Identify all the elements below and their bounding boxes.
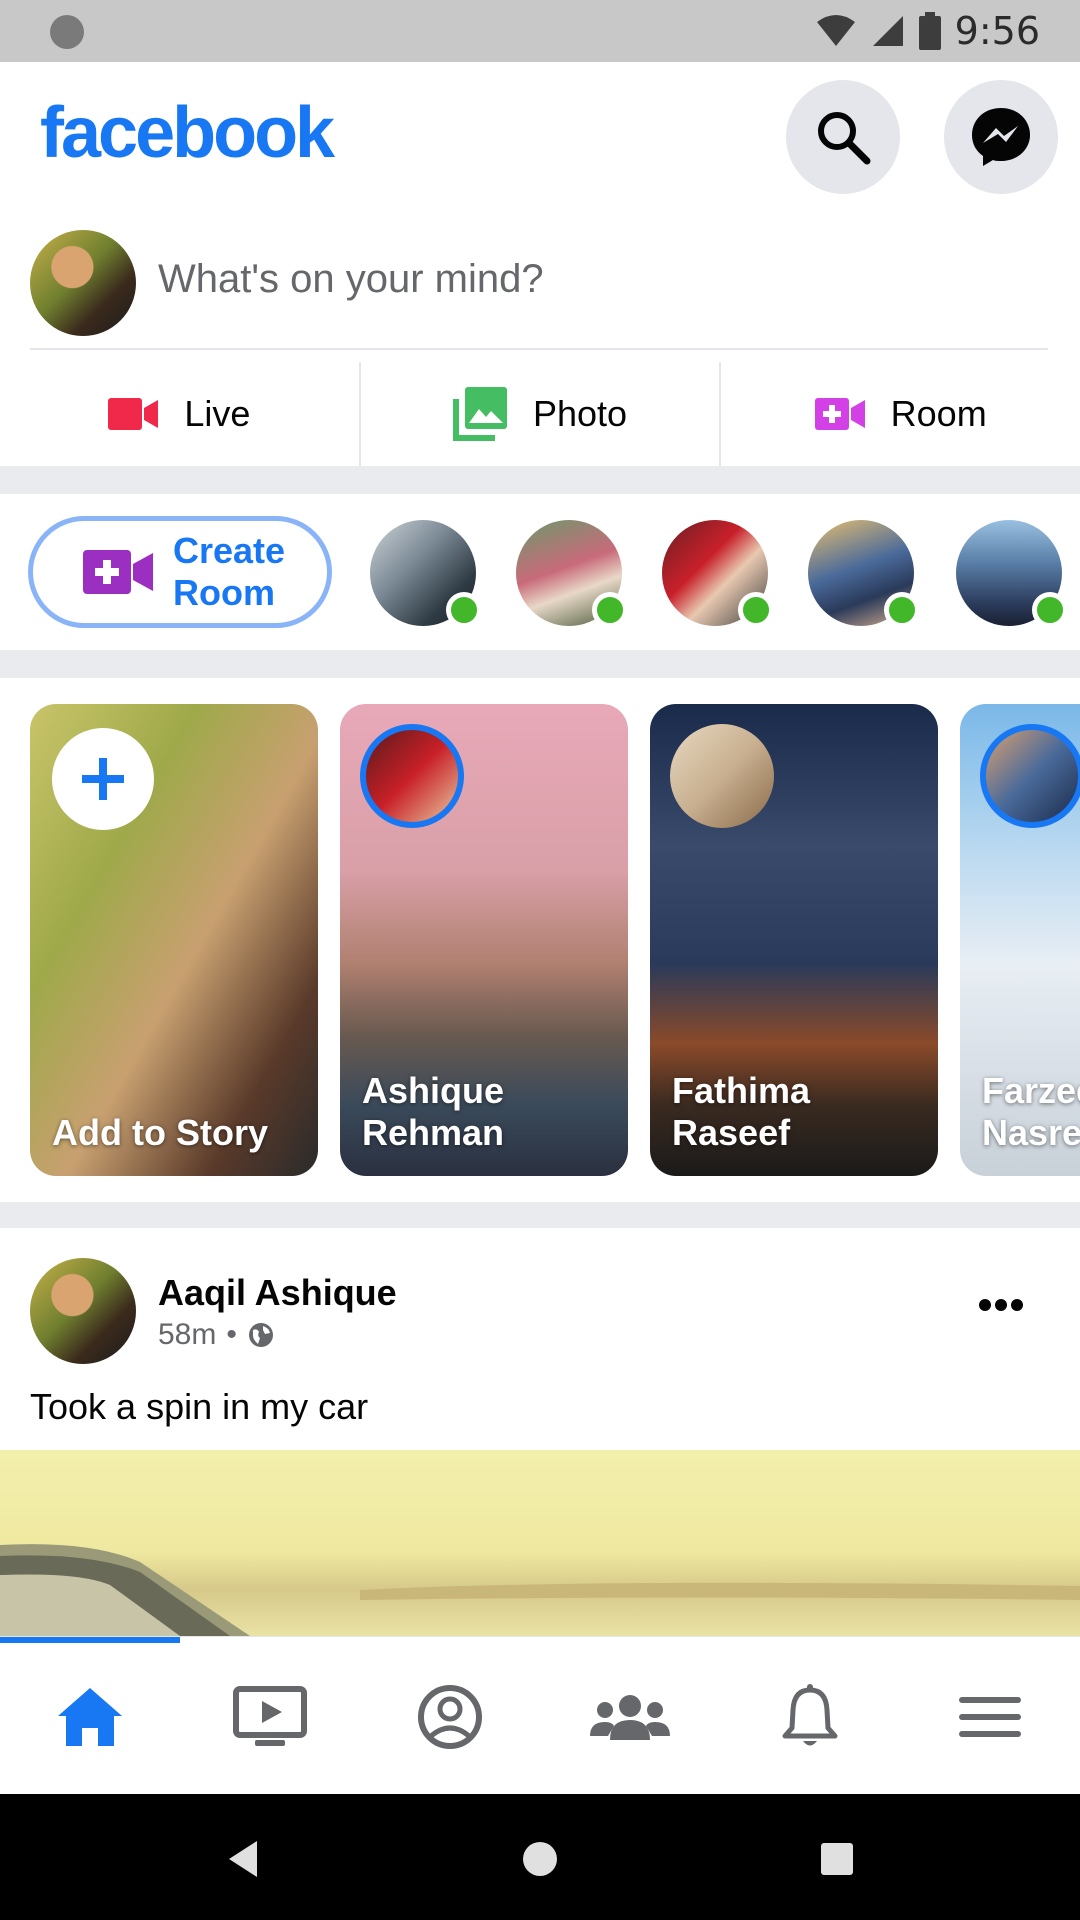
home-icon	[58, 1688, 122, 1746]
online-indicator	[1032, 592, 1068, 628]
watch-icon	[233, 1686, 307, 1746]
my-avatar[interactable]	[30, 230, 136, 336]
online-indicator	[884, 592, 920, 628]
recents-button[interactable]	[812, 1834, 862, 1884]
search-icon	[818, 112, 871, 165]
composer-input[interactable]: What's on your mind?	[158, 257, 544, 302]
room-icon	[83, 550, 153, 594]
story-name: Ashique Rehman	[362, 1070, 505, 1153]
room-button[interactable]: Room	[721, 362, 1080, 466]
stories-row: Add to Story Ashique Rehman Fathima Rase…	[0, 678, 1080, 1202]
section-separator	[0, 1202, 1080, 1228]
room-friend-avatar[interactable]	[956, 520, 1068, 628]
plus-icon	[82, 758, 124, 800]
room-friend-avatar[interactable]	[808, 520, 920, 628]
messenger-icon	[972, 108, 1030, 166]
photo-label: Photo	[532, 393, 628, 434]
nav-groups[interactable]	[540, 1667, 720, 1767]
divider	[30, 348, 1048, 350]
groups-icon	[590, 1695, 670, 1740]
rooms-row: Create Room	[0, 494, 1080, 650]
online-indicator	[738, 592, 774, 628]
system-navigation-bar	[0, 1794, 1080, 1920]
section-separator	[0, 466, 1080, 494]
story-avatar	[980, 724, 1080, 828]
story-card[interactable]: Farzee Nasre	[960, 704, 1080, 1176]
post-image[interactable]	[0, 1450, 1080, 1636]
online-indicator	[592, 592, 628, 628]
room-label: Room	[890, 393, 987, 434]
nav-profile[interactable]	[360, 1667, 540, 1767]
create-room-button[interactable]: Create Room	[28, 516, 332, 628]
back-icon	[229, 1841, 257, 1877]
add-story-button[interactable]	[52, 728, 154, 830]
post-author-avatar[interactable]	[30, 1258, 136, 1364]
post-composer: What's on your mind? Live Photo Room	[0, 212, 1080, 466]
room-friend-avatar[interactable]	[516, 520, 628, 628]
meta-separator: •	[226, 1318, 237, 1351]
bottom-navigation	[0, 1636, 1080, 1794]
story-card[interactable]: Ashique Rehman	[340, 704, 628, 1176]
post-meta: 58m •	[158, 1318, 275, 1352]
video-camera-icon	[108, 398, 159, 430]
status-bar: 9:56	[0, 0, 1080, 62]
post-time[interactable]: 58m	[158, 1318, 216, 1352]
story-name: Fathima Raseef	[672, 1070, 811, 1153]
sync-icon	[50, 15, 84, 49]
live-button[interactable]: Live	[0, 362, 361, 466]
messenger-button[interactable]	[944, 80, 1058, 194]
status-time: 9:56	[954, 9, 1040, 53]
add-story-card[interactable]: Add to Story	[30, 704, 318, 1176]
recents-icon	[821, 1843, 853, 1875]
online-indicator	[446, 592, 482, 628]
story-name: Farzee Nasre	[982, 1070, 1080, 1153]
post-more-button[interactable]	[978, 1298, 1024, 1317]
composer-actions: Live Photo Room	[0, 362, 1080, 466]
globe-icon	[248, 1323, 273, 1347]
wifi-icon	[816, 15, 855, 46]
more-icon	[979, 1299, 1023, 1311]
nav-home[interactable]	[0, 1667, 180, 1767]
room-friend-avatar[interactable]	[662, 520, 774, 628]
notifications-icon	[782, 1684, 838, 1746]
home-system-button[interactable]	[515, 1834, 565, 1884]
car-image	[0, 1544, 1080, 1636]
story-avatar	[670, 724, 774, 828]
nav-notifications[interactable]	[720, 1667, 900, 1767]
menu-icon	[959, 1697, 1021, 1737]
room-friend-avatar[interactable]	[370, 520, 482, 628]
active-tab-indicator	[0, 1637, 180, 1643]
section-separator	[0, 650, 1080, 678]
post-text: Took a spin in my car	[30, 1386, 369, 1427]
feed-post: Aaqil Ashique 58m • Took a spin in my ca…	[0, 1228, 1080, 1636]
photo-button[interactable]: Photo	[361, 362, 722, 466]
back-button[interactable]	[218, 1834, 268, 1884]
room-icon	[814, 398, 865, 430]
signal-icon	[872, 16, 903, 46]
search-button[interactable]	[786, 80, 900, 194]
post-author-name[interactable]: Aaqil Ashique	[158, 1272, 397, 1314]
status-icons: 9:56	[815, 0, 1040, 62]
story-avatar	[360, 724, 464, 828]
nav-watch[interactable]	[180, 1667, 360, 1767]
story-name: Add to Story	[52, 1112, 268, 1153]
facebook-logo[interactable]: facebook	[40, 92, 335, 174]
story-card[interactable]: Fathima Raseef	[650, 704, 938, 1176]
create-room-label: Create Room	[173, 530, 286, 613]
photo-icon	[452, 387, 507, 441]
nav-menu[interactable]	[900, 1667, 1080, 1767]
app-header: facebook	[0, 62, 1080, 212]
circle-home-icon	[523, 1842, 557, 1876]
profile-icon	[418, 1685, 482, 1749]
battery-icon	[918, 12, 941, 50]
live-label: Live	[184, 393, 251, 434]
